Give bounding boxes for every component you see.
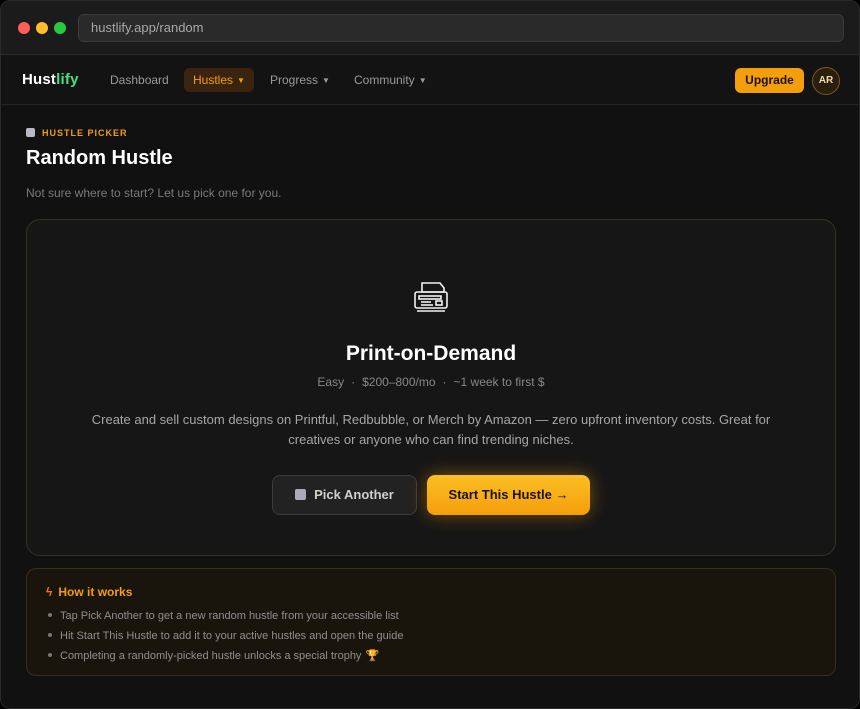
step-text: Completing a randomly-picked hustle unlo… (60, 650, 362, 662)
app-logo[interactable]: Hustlify (22, 71, 79, 88)
pick-another-button[interactable]: Pick Another (272, 475, 417, 515)
dice-icon (295, 489, 307, 500)
bullet-icon (48, 653, 52, 657)
eyebrow-label: HUSTLE PICKER (42, 128, 128, 138)
chevron-down-icon: ▼ (418, 76, 427, 85)
step-text: Tap Pick Another to get a new random hus… (60, 610, 399, 622)
lightning-icon: ϟ (46, 585, 53, 599)
printer-icon (414, 282, 448, 312)
upgrade-button[interactable]: Upgrade (735, 68, 804, 93)
nav-item-label: Dashboard (110, 73, 169, 87)
list-item: Completing a randomly-picked hustle unlo… (48, 646, 403, 666)
logo-main: Hust (22, 71, 57, 88)
page-subtitle: Not sure where to start? Let us pick one… (26, 186, 282, 200)
page-title: Random Hustle (26, 147, 173, 169)
nav-item-community[interactable]: Community ▼ (345, 68, 436, 92)
trophy-icon: 🏆 (365, 650, 380, 662)
avatar[interactable]: AR (812, 67, 840, 95)
nav-item-progress[interactable]: Progress ▼ (261, 68, 339, 92)
bullet-icon (48, 613, 52, 617)
how-it-works-list: Tap Pick Another to get a new random hus… (48, 606, 403, 666)
dice-icon (26, 128, 35, 137)
how-it-works-panel: ϟ How it works Tap Pick Another to get a … (26, 568, 836, 676)
maximize-window-button[interactable] (54, 22, 66, 34)
hustle-time-to-first: ~1 week to first $ (453, 375, 545, 389)
section-eyebrow: HUSTLE PICKER (26, 128, 128, 138)
meta-separator: · (351, 375, 356, 389)
start-hustle-button[interactable]: Start This Hustle → (427, 475, 590, 515)
chevron-down-icon: ▼ (322, 76, 330, 85)
hustle-meta: Easy · $200–800/mo · ~1 week to first $ (27, 375, 835, 389)
close-window-button[interactable] (18, 22, 30, 34)
hustle-earnings: $200–800/mo (362, 375, 436, 389)
minimize-window-button[interactable] (36, 22, 48, 34)
how-it-works-title: ϟ How it works (46, 585, 132, 599)
bullet-icon (48, 633, 52, 637)
nav-item-hustles[interactable]: Hustles ▼ (184, 68, 254, 92)
hustle-difficulty: Easy (317, 375, 345, 389)
hustle-card: Print-on-Demand Easy · $200–800/mo · ~1 week… (26, 219, 836, 556)
meta-separator: · (442, 375, 447, 389)
nav-item-label: Community (354, 73, 415, 87)
browser-chrome: hustlify.app/random (1, 1, 859, 55)
logo-accent: lify (56, 71, 79, 88)
how-it-works-label: How it works (58, 585, 133, 599)
nav-item-dashboard[interactable]: Dashboard (101, 68, 178, 92)
address-bar[interactable]: hustlify.app/random (78, 14, 844, 42)
pick-another-label: Pick Another (314, 487, 394, 502)
hustle-description: Create and sell custom designs on Printf… (91, 412, 771, 447)
top-nav: Hustlify Dashboard Hustles ▼ Progress ▼ Co… (1, 55, 859, 105)
hustle-name: Print-on-Demand (345, 342, 517, 365)
nav-item-label: Progress (270, 73, 319, 87)
list-item: Tap Pick Another to get a new random hus… (48, 606, 403, 626)
browser-window: hustlify.app/random Hustlify Dashboard H… (0, 0, 860, 709)
list-item: Hit Start This Hustle to add it to your … (48, 626, 403, 646)
nav-item-label: Hustles (193, 73, 234, 87)
step-text: Hit Start This Hustle to add it to your … (60, 630, 404, 642)
chevron-down-icon: ▼ (237, 76, 245, 85)
